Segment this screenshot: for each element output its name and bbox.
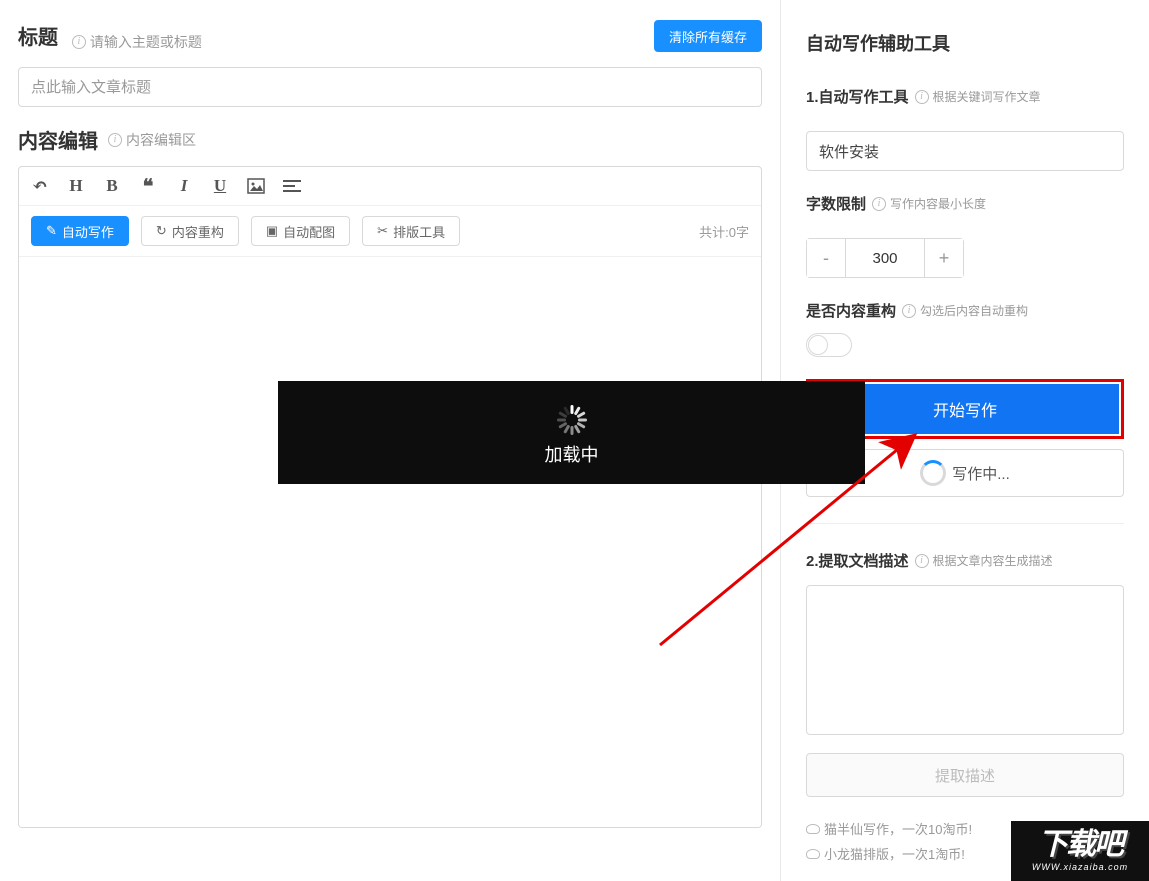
pencil-icon: ✎ [46,223,57,239]
spinner-icon [557,399,587,429]
loading-text: 加载中 [545,441,599,467]
loading-overlay: 加载中 [278,381,865,484]
align-left-icon[interactable] [283,177,301,195]
article-title-input[interactable] [18,67,762,107]
title-label: 标题 [18,27,58,49]
image-icon: ▣ [266,223,278,239]
rebuild-label: 是否内容重构 [806,300,896,321]
info-icon: i [915,90,929,104]
stepper-minus-button[interactable]: - [807,239,845,277]
editor-textarea[interactable] [19,257,761,827]
sec2-label: 2.提取文档描述 [806,550,909,571]
tools-icon: ✂ [377,223,388,239]
sec1-hint: 根据关键词写作文章 [933,88,1041,105]
watermark-logo: 下载吧 WWW.xiazaiba.com [1011,821,1149,881]
title-hint: i请输入主题或标题 [72,32,202,52]
word-limit-label: 字数限制 [806,193,866,214]
content-rebuild-button[interactable]: ↻内容重构 [141,216,239,246]
editor-box: ↶ H B ❝ I U ✎自动写作 ↻内容重构 ▣自动配图 ✂排版工具 共计:0… [18,166,762,828]
info-icon: i [915,554,929,568]
word-limit-stepper: - + [806,238,964,278]
keyword-input[interactable] [806,131,1124,171]
heading-icon[interactable]: H [67,177,85,195]
undo-icon[interactable]: ↶ [31,177,49,195]
divider [806,523,1124,524]
editor-action-row: ✎自动写作 ↻内容重构 ▣自动配图 ✂排版工具 共计:0字 [19,206,761,257]
rebuild-toggle[interactable] [806,333,852,357]
extract-button[interactable]: 提取描述 [806,753,1124,797]
auto-write-button[interactable]: ✎自动写作 [31,216,129,246]
word-limit-input[interactable] [845,239,925,277]
editor-toolbar: ↶ H B ❝ I U [19,167,761,206]
bold-icon[interactable]: B [103,177,121,195]
refresh-icon: ↻ [156,223,167,239]
content-edit-hint: 内容编辑区 [126,130,196,150]
rebuild-hint: 勾选后内容自动重构 [920,302,1028,319]
word-limit-hint: 写作内容最小长度 [890,195,986,212]
quote-icon[interactable]: ❝ [139,177,157,195]
info-icon: i [72,35,86,49]
info-icon: i [108,133,122,147]
info-icon: i [902,304,916,318]
info-icon: i [872,197,886,211]
underline-icon[interactable]: U [211,177,229,195]
toggle-knob [808,335,828,355]
description-textarea[interactable] [806,585,1124,735]
sidebar-heading: 自动写作辅助工具 [806,30,1124,56]
clear-cache-button[interactable]: 清除所有缓存 [654,20,762,52]
sec2-hint: 根据文章内容生成描述 [933,552,1053,569]
spinner-icon [920,460,946,486]
stepper-plus-button[interactable]: + [925,239,963,277]
italic-icon[interactable]: I [175,177,193,195]
auto-image-button[interactable]: ▣自动配图 [251,216,350,246]
sec1-label: 1.自动写作工具 [806,86,909,107]
layout-tool-button[interactable]: ✂排版工具 [362,216,460,246]
image-icon[interactable] [247,177,265,195]
coin-icon [806,824,820,834]
char-counter: 共计:0字 [699,222,749,241]
coin-icon [806,849,820,859]
content-edit-label: 内容编辑 [18,125,98,154]
